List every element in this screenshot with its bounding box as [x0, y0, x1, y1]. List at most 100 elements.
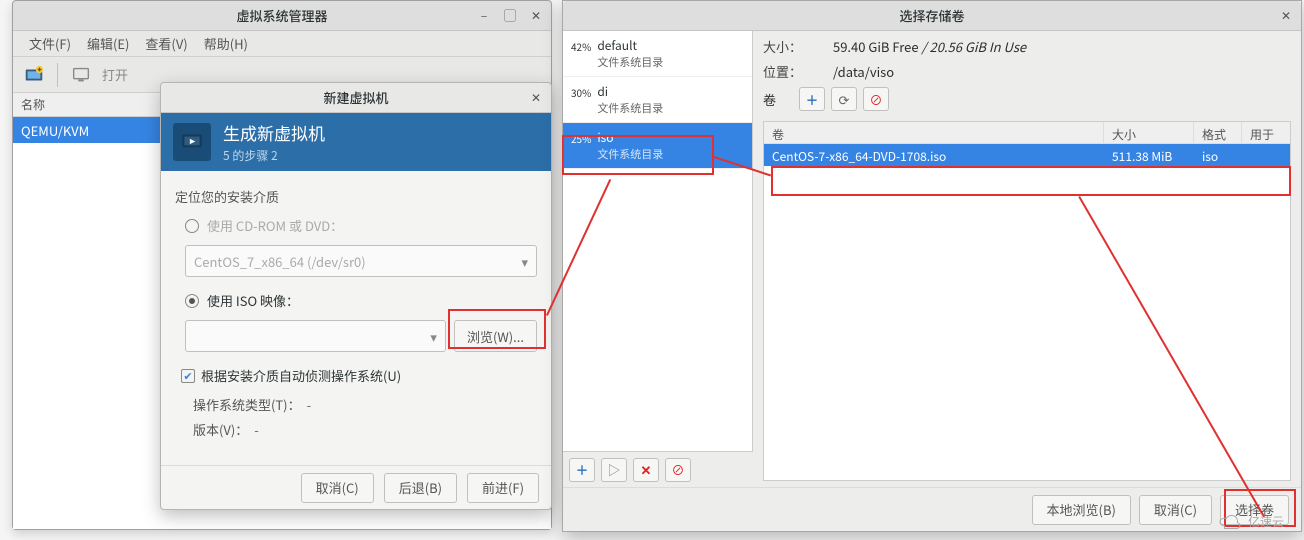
pool-name: di — [597, 83, 663, 100]
banner-monitor-play-icon — [173, 123, 211, 161]
start-pool-button[interactable]: ▷ — [601, 458, 627, 482]
storage-volume-dialog: 选择存储卷 ✕ 42% default 文件系统目录 30% di 文件系统 — [562, 0, 1302, 532]
vol-label: 卷 — [763, 90, 793, 109]
open-label: 打开 — [100, 65, 128, 84]
pool-sub: 文件系统目录 — [597, 100, 663, 116]
size-used: / 20.56 GiB In Use — [921, 37, 1026, 56]
connection-label: QEMU/KVM — [21, 121, 89, 140]
size-value: 59.40 GiB Free / 20.56 GiB In Use — [833, 37, 1026, 56]
pool-item-iso[interactable]: 25% iso 文件系统目录 — [563, 123, 752, 169]
local-browse-label: 本地浏览(B) — [1047, 500, 1116, 519]
os-type-value: - — [307, 395, 312, 414]
monitor-icon[interactable] — [66, 61, 96, 89]
browse-button[interactable]: 浏览(W)... — [454, 320, 537, 352]
pool-item-default[interactable]: 42% default 文件系统目录 — [563, 31, 752, 77]
sv-right: 大小： 59.40 GiB Free / 20.56 GiB In Use 位置… — [753, 31, 1301, 487]
stop-pool-button[interactable]: ✕ — [633, 458, 659, 482]
menu-view[interactable]: 查看(V) — [137, 30, 195, 57]
browse-row: ▾ 浏览(W)... — [185, 320, 537, 352]
vol-toolbar: 卷 ＋ ⟳ ⊘ — [763, 87, 1291, 111]
add-volume-button[interactable]: ＋ — [799, 87, 825, 111]
volume-row[interactable]: CentOS-7-x86_64-DVD-1708.iso 511.38 MiB … — [764, 144, 1290, 166]
maximize-button[interactable]: ▢ — [499, 5, 521, 27]
menu-edit[interactable]: 编辑(E) — [79, 30, 137, 57]
back-button[interactable]: 后退(B) — [384, 473, 457, 503]
opt-iso-label: 使用 ISO 映像： — [207, 291, 299, 310]
hdr-use[interactable]: 用于 — [1242, 122, 1290, 143]
version-label: 版本(V)： — [193, 420, 248, 439]
banner-text: 生成新虚拟机 5 的步骤 2 — [223, 120, 325, 164]
radio-cdrom[interactable] — [185, 219, 199, 233]
new-vm-icon[interactable] — [19, 61, 49, 89]
pool-pct: 30% — [571, 83, 591, 100]
volume-table-header: 卷 大小 格式 用于 — [764, 122, 1290, 144]
watermark-text: 亿速云 — [1248, 513, 1284, 530]
version-row: 版本(V)： - — [193, 420, 537, 439]
pool-list: 42% default 文件系统目录 30% di 文件系统目录 25% — [563, 31, 753, 451]
banner-step: 5 的步骤 2 — [223, 147, 325, 164]
new-vm-titlebar: 新建虚拟机 ✕ — [161, 83, 551, 113]
vol-use — [1242, 144, 1290, 166]
refresh-volume-button[interactable]: ⟳ — [831, 87, 857, 111]
close-button[interactable]: ✕ — [1275, 5, 1297, 27]
delete-pool-button[interactable]: ⊘ — [665, 458, 691, 482]
watermark: 亿速云 — [1218, 513, 1284, 530]
sv-footer: 本地浏览(B) 取消(C) 选择卷 — [563, 487, 1301, 531]
cancel-label: 取消(C) — [316, 478, 359, 497]
vmgr-titlebar: 虚拟系统管理器 ‒ ▢ ✕ — [13, 1, 551, 31]
local-browse-button[interactable]: 本地浏览(B) — [1032, 495, 1131, 525]
vol-fmt: iso — [1194, 144, 1242, 166]
pool-name: default — [597, 37, 663, 54]
sv-titlebar: 选择存储卷 ✕ — [563, 1, 1301, 31]
pool-item-di[interactable]: 30% di 文件系统目录 — [563, 77, 752, 123]
os-type-label: 操作系统类型(T)： — [193, 395, 301, 414]
hdr-size[interactable]: 大小 — [1104, 122, 1194, 143]
menubar: 文件(F) 编辑(E) 查看(V) 帮助(H) — [13, 31, 551, 57]
sv-cancel-label: 取消(C) — [1154, 500, 1197, 519]
vol-name: CentOS-7-x86_64-DVD-1708.iso — [764, 144, 1104, 166]
os-type-row: 操作系统类型(T)： - — [193, 395, 537, 414]
new-vm-dialog: 新建虚拟机 ✕ 生成新虚拟机 5 的步骤 2 定位您的安装介质 使用 CD-RO… — [160, 82, 552, 510]
hdr-name[interactable]: 卷 — [764, 122, 1104, 143]
pool-sub: 文件系统目录 — [597, 146, 663, 162]
cdrom-combo: CentOS_7_x86_64 (/dev/sr0) ▾ — [185, 245, 537, 277]
sv-cancel-button[interactable]: 取消(C) — [1139, 495, 1212, 525]
banner-title: 生成新虚拟机 — [223, 120, 325, 145]
vol-size: 511.38 MiB — [1104, 144, 1194, 166]
opt-cdrom-label: 使用 CD-ROM 或 DVD： — [207, 216, 343, 235]
option-cdrom[interactable]: 使用 CD-ROM 或 DVD： — [185, 216, 537, 235]
volume-table: 卷 大小 格式 用于 CentOS-7-x86_64-DVD-1708.iso … — [763, 121, 1291, 481]
autodetect-checkbox[interactable]: ✔ — [181, 369, 195, 383]
pool-pct: 42% — [571, 37, 591, 54]
forward-button[interactable]: 前进(F) — [467, 473, 539, 503]
option-iso[interactable]: 使用 ISO 映像： — [185, 291, 537, 310]
toolbar-separator — [57, 63, 58, 87]
browse-button-label: 浏览(W)... — [467, 327, 524, 346]
add-pool-button[interactable]: ＋ — [569, 458, 595, 482]
cdrom-combo-value: CentOS_7_x86_64 (/dev/sr0) — [194, 252, 366, 271]
close-button[interactable]: ✕ — [525, 87, 547, 109]
autodetect-label: 根据安装介质自动侦测操作系统(U) — [201, 366, 401, 385]
autodetect-row[interactable]: ✔ 根据安装介质自动侦测操作系统(U) — [181, 366, 537, 385]
delete-volume-button[interactable]: ⊘ — [863, 87, 889, 111]
new-vm-title: 新建虚拟机 — [323, 88, 388, 107]
pool-sub: 文件系统目录 — [597, 54, 663, 70]
loc-label: 位置： — [763, 62, 823, 81]
menu-help[interactable]: 帮助(H) — [196, 30, 256, 57]
sv-title: 选择存储卷 — [899, 6, 964, 25]
chevron-down-icon: ▾ — [521, 252, 528, 271]
close-button[interactable]: ✕ — [525, 5, 547, 27]
minimize-button[interactable]: ‒ — [473, 5, 495, 27]
pool-pct: 25% — [571, 129, 591, 146]
chevron-down-icon[interactable]: ▾ — [430, 327, 437, 346]
hdr-fmt[interactable]: 格式 — [1194, 122, 1242, 143]
pool-name: iso — [597, 129, 663, 146]
menu-file[interactable]: 文件(F) — [21, 30, 79, 57]
radio-iso[interactable] — [185, 294, 199, 308]
iso-combo[interactable]: ▾ — [185, 320, 446, 352]
size-free: 59.40 GiB Free — [833, 37, 921, 56]
new-vm-footer: 取消(C) 后退(B) 前进(F) — [161, 465, 551, 509]
pool-toolbar: ＋ ▷ ✕ ⊘ — [563, 451, 753, 487]
cancel-button[interactable]: 取消(C) — [301, 473, 374, 503]
vmgr-title: 虚拟系统管理器 — [236, 6, 327, 25]
